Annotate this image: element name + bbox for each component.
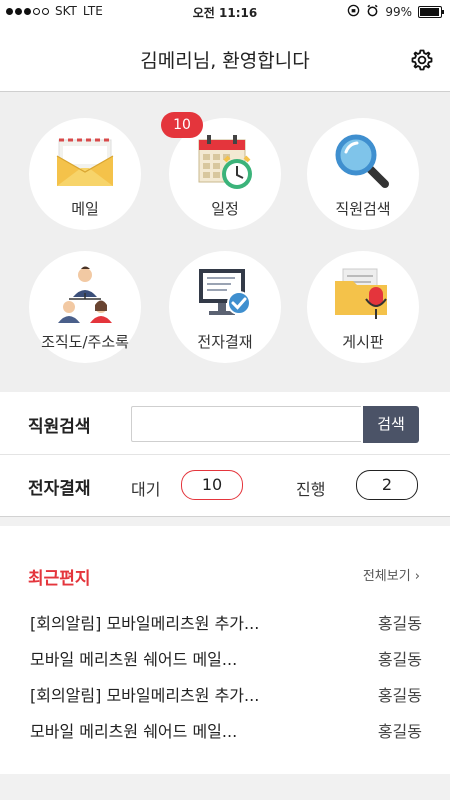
mail-sender: 홍길동 <box>377 650 422 669</box>
status-bar: SKT LTE 오전 11:16 99% <box>0 0 450 24</box>
menu-schedule-label: 일정 <box>211 200 239 218</box>
approval-row: 전자결재 대기 10 진행 2 <box>0 454 450 517</box>
progress-count-button[interactable]: 2 <box>356 470 418 500</box>
mail-item[interactable]: 모바일 메리츠원 쉐어드 메일... 홍길동 <box>30 718 422 748</box>
mail-icon <box>53 130 117 192</box>
mail-sender: 홍길동 <box>377 686 422 705</box>
mail-item[interactable]: 모바일 메리츠원 쉐어드 메일... 홍길동 <box>30 646 422 676</box>
menu-grid: 메일 10 일정 직원검색 조직도/주소록 전자결재 게시판 <box>0 92 450 392</box>
mail-subject: 모바일 메리츠원 쉐어드 메일... <box>30 722 238 741</box>
mail-subject: [회의알림] 모바일메리츠원 추가... <box>30 614 260 633</box>
mail-subject: [회의알림] 모바일메리츠원 추가... <box>30 686 260 705</box>
welcome-title: 김메리님, 환영합니다 <box>140 50 310 72</box>
search-row-label: 직원검색 <box>28 417 91 437</box>
battery-icon <box>418 6 444 18</box>
employee-search-input[interactable] <box>131 406 361 442</box>
mail-item[interactable]: [회의알림] 모바일메리츠원 추가... 홍길동 <box>30 682 422 712</box>
menu-organization-label: 조직도/주소록 <box>41 333 129 351</box>
monitor-check-icon <box>193 263 257 325</box>
menu-approval[interactable]: 전자결재 <box>169 251 281 363</box>
alarm-icon <box>366 4 379 20</box>
gear-icon[interactable] <box>410 48 434 72</box>
people-icon <box>53 263 117 325</box>
recent-mail-section: 최근편지 전체보기 › [회의알림] 모바일메리츠원 추가... 홍길동 모바일… <box>0 526 450 774</box>
quick-panel: 직원검색 검색 전자결재 대기 10 진행 2 <box>0 392 450 517</box>
app-header: 김메리님, 환영합니다 <box>0 24 450 92</box>
menu-employee-search[interactable]: 직원검색 <box>307 118 419 230</box>
waiting-count-button[interactable]: 10 <box>181 470 243 500</box>
mail-sender: 홍길동 <box>377 722 422 741</box>
approval-row-label: 전자결재 <box>28 479 91 499</box>
mail-item[interactable]: [회의알림] 모바일메리츠원 추가... 홍길동 <box>30 610 422 640</box>
mail-subject: 모바일 메리츠원 쉐어드 메일... <box>30 650 238 669</box>
progress-label: 진행 <box>296 480 326 499</box>
waiting-label: 대기 <box>131 480 161 499</box>
search-row: 직원검색 검색 <box>0 392 450 455</box>
menu-employee-search-label: 직원검색 <box>335 200 391 218</box>
menu-organization[interactable]: 조직도/주소록 <box>29 251 141 363</box>
search-button[interactable]: 검색 <box>363 406 419 443</box>
rotation-lock-icon <box>347 4 360 20</box>
recent-mail-title: 최근편지 <box>28 569 91 589</box>
menu-mail[interactable]: 메일 <box>29 118 141 230</box>
menu-bulletin-label: 게시판 <box>342 333 384 351</box>
magnifier-icon <box>331 130 395 192</box>
calendar-icon <box>193 130 257 192</box>
mail-sender: 홍길동 <box>377 614 422 633</box>
battery-percent: 99% <box>385 5 412 19</box>
menu-schedule[interactable]: 10 일정 <box>161 112 281 230</box>
status-right: 99% <box>347 4 444 20</box>
view-all-link[interactable]: 전체보기 › <box>363 565 420 584</box>
menu-approval-label: 전자결재 <box>197 333 253 351</box>
menu-mail-label: 메일 <box>71 200 99 218</box>
folder-mic-icon <box>331 263 395 325</box>
menu-bulletin[interactable]: 게시판 <box>307 251 419 363</box>
